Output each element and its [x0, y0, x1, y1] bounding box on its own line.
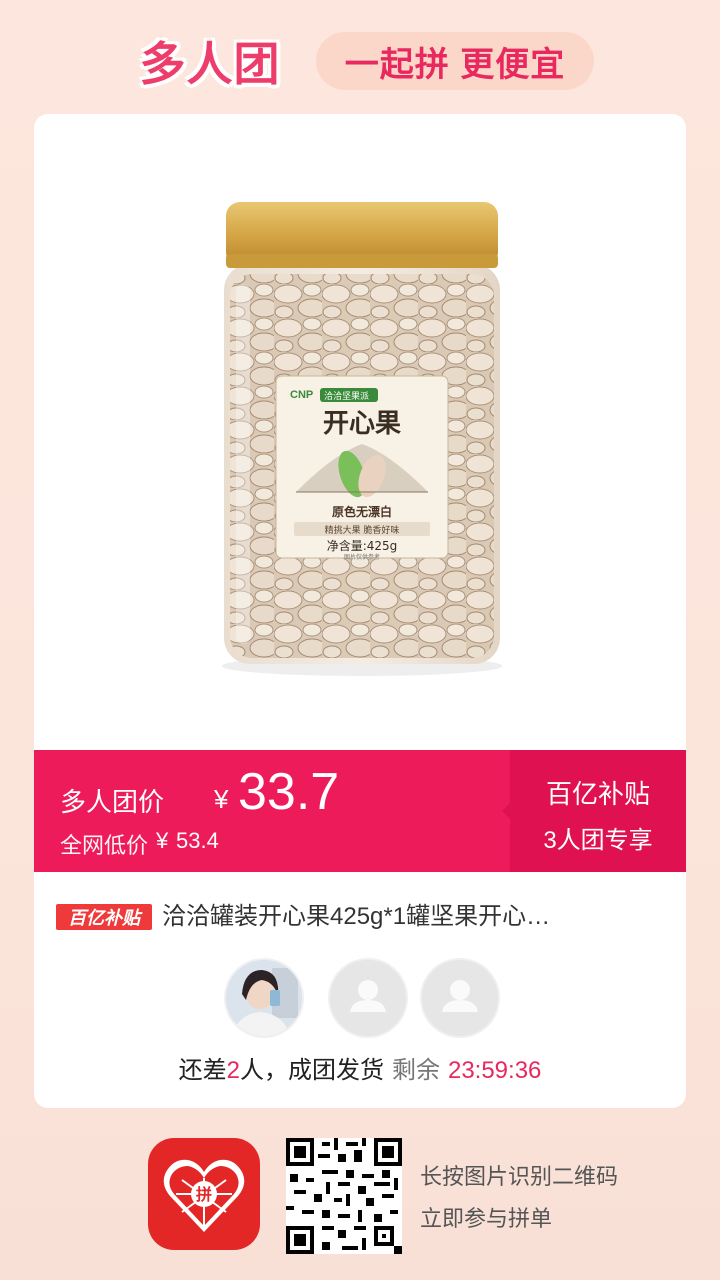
product-title[interactable]: 洽洽罐装开心果425g*1罐坚果开心… — [162, 900, 642, 934]
group-price-label: 多人团价 — [60, 787, 165, 817]
price-band: 多人团价 ¥ 33.7 全网低价 ¥ 53.4 百亿补贴 3人团专享 — [34, 750, 686, 872]
label-tag2: 精挑大果 脆香好味 — [325, 524, 400, 536]
qr-code-icon[interactable] — [286, 1138, 402, 1254]
group-price-value: 33.7 — [238, 763, 340, 821]
price-info: 多人团价 ¥ 33.7 全网低价 ¥ 53.4 — [60, 750, 510, 872]
missing-count: 2 — [226, 1057, 240, 1084]
subsidy-box: 百亿补贴 3人团专享 — [510, 750, 686, 872]
product-image[interactable]: CNP 洽洽坚果派 开心果 原色无漂白 精挑大果 脆香好味 净含量:425g 图… — [34, 114, 686, 750]
original-price-value: 53.4 — [176, 828, 219, 853]
label-product-name: 开心果 — [323, 409, 401, 439]
heart-logo-icon: 拼 — [163, 1159, 245, 1232]
label-note: 图片仅供参考 — [344, 553, 380, 561]
subsidy-title: 百亿补贴 — [545, 779, 650, 809]
empty-slot-avatar — [328, 958, 408, 1038]
subsidy-subtitle: 3人团专享 — [543, 827, 653, 854]
pinduoduo-app-icon: 拼 — [148, 1138, 260, 1250]
group-members — [224, 958, 514, 1038]
group-price-currency: ¥ — [214, 784, 229, 814]
countdown-timer: 23:59:36 — [447, 1057, 542, 1084]
original-price-label: 全网低价 — [60, 833, 149, 858]
qr-pattern — [286, 1138, 402, 1254]
footer-line-2: 立即参与拼单 — [420, 1206, 553, 1231]
group-status: 还差2人，成团发货 剩余 23:59:36 — [34, 1050, 686, 1085]
subsidy-tag: 百亿补贴 — [56, 904, 152, 930]
remaining-label: 剩余 — [391, 1057, 440, 1084]
status-prefix: 还差 — [178, 1057, 227, 1084]
pistachio-jar-image: CNP 洽洽坚果派 开心果 原色无漂白 精挑大果 脆香好味 净含量:425g 图… — [222, 202, 502, 676]
empty-slot-avatar — [420, 958, 500, 1038]
status-suffix: 人，成团发货 — [239, 1057, 384, 1084]
slogan-pill: 一起拼 更便宜 — [316, 32, 594, 90]
brand-logo: 多人团 — [120, 30, 300, 92]
product-card[interactable]: CNP 洽洽坚果派 开心果 原色无漂白 精挑大果 脆香好味 净含量:425g 图… — [34, 114, 686, 1108]
user-photo-icon — [226, 960, 302, 1036]
member-avatar — [224, 958, 304, 1038]
footer-line-1: 长按图片识别二维码 — [420, 1164, 619, 1189]
logo-text: 多人团 — [139, 38, 281, 90]
slogan-text: 一起拼 更便宜 — [344, 45, 566, 84]
user-placeholder-icon — [330, 960, 406, 1036]
label-brand: CNP — [290, 389, 313, 401]
label-tag1: 原色无漂白 — [332, 504, 392, 519]
footer-instructions: 长按图片识别二维码 立即参与拼单 — [420, 1156, 618, 1240]
original-price-currency: ¥ — [156, 828, 169, 853]
app-icon-text: 拼 — [196, 1185, 212, 1204]
label-brand-cn: 洽洽坚果派 — [324, 390, 369, 401]
product-title-row[interactable]: 百亿补贴 洽洽罐装开心果425g*1罐坚果开心… — [56, 900, 666, 934]
user-placeholder-icon — [422, 960, 498, 1036]
label-net-weight: 净含量:425g — [327, 538, 398, 553]
